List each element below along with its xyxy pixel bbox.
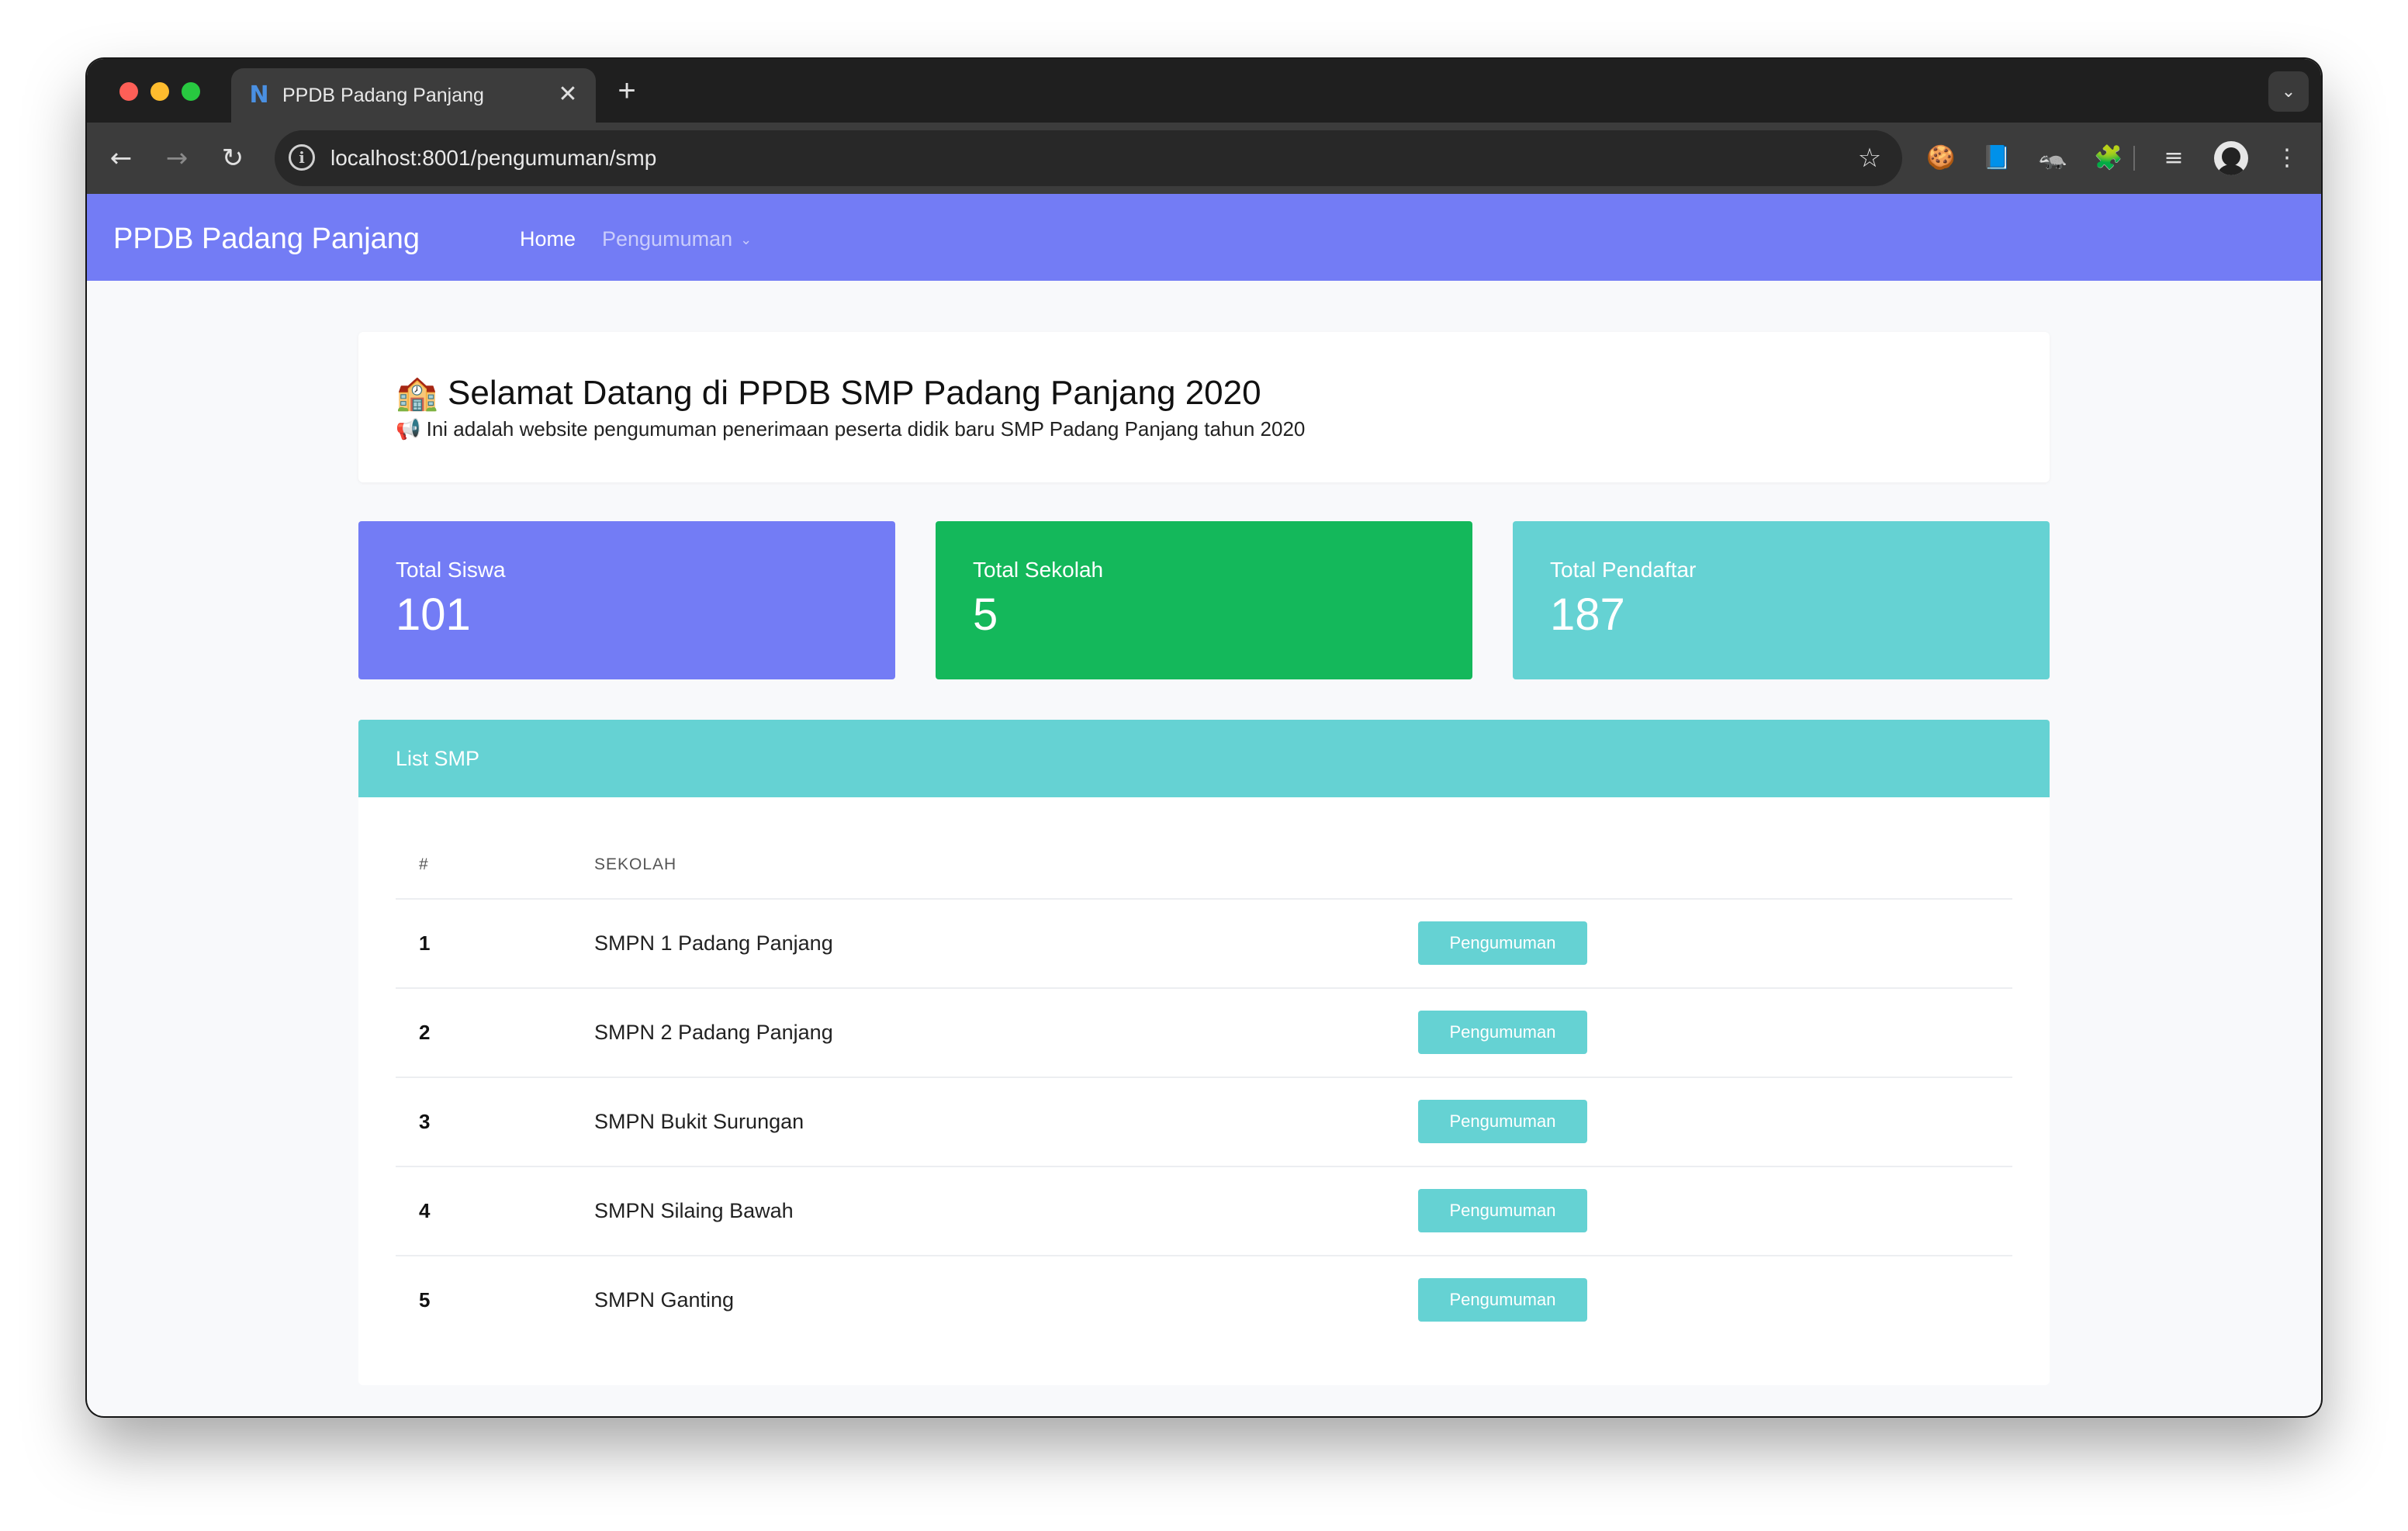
minimize-window-button[interactable] [150, 82, 169, 101]
close-window-button[interactable] [119, 82, 138, 101]
column-header-sekolah: SEKOLAH [594, 855, 677, 873]
toolbar-divider [2133, 146, 2135, 171]
stat-label: Total Siswa [396, 558, 506, 582]
nav-pengumuman-dropdown[interactable]: Pengumuman ⌄ [602, 226, 752, 252]
stat-value: 187 [1550, 589, 1625, 640]
stat-card-total-pendaftar: Total Pendaftar 187 [1513, 521, 2050, 679]
table-row: 3 SMPN Bukit Surungan Pengumuman [396, 1077, 2012, 1166]
smp-table: # SEKOLAH 1 SMPN 1 Padang Panjang Pengum… [358, 797, 2050, 1385]
new-tab-button[interactable]: + [608, 73, 645, 110]
row-number: 2 [419, 1021, 431, 1044]
list-smp-title: List SMP [396, 747, 480, 770]
welcome-subtitle: 📢 Ini adalah website pengumuman penerima… [396, 416, 1305, 443]
stat-card-total-sekolah: Total Sekolah 5 [936, 521, 1472, 679]
stat-label: Total Pendaftar [1550, 558, 1697, 582]
table-row: 2 SMPN 2 Padang Panjang Pengumuman [396, 987, 2012, 1077]
table-row: 5 SMPN Ganting Pengumuman [396, 1255, 2012, 1344]
welcome-title-text: Selamat Datang di PPDB SMP Padang Panjan… [448, 374, 1261, 412]
school-name: SMPN Ganting [594, 1288, 735, 1312]
welcome-card: 🏫 Selamat Datang di PPDB SMP Padang Panj… [358, 332, 2050, 482]
bookmark-star-icon[interactable]: ☆ [1853, 141, 1887, 175]
forward-button[interactable]: → [158, 140, 195, 177]
column-header-number: # [419, 855, 429, 873]
stat-label: Total Sekolah [973, 558, 1104, 582]
school-name: SMPN Bukit Surungan [594, 1110, 804, 1133]
school-name: SMPN 1 Padang Panjang [594, 931, 833, 955]
browser-window: N PPDB Padang Panjang ✕ + ⌄ ← → ↻ i loca… [87, 59, 2321, 1416]
address-bar[interactable]: i localhost:8001/pengumuman/smp ☆ [275, 130, 1902, 186]
nav-pengumuman-label: Pengumuman [602, 227, 733, 251]
welcome-title: 🏫 Selamat Datang di PPDB SMP Padang Panj… [396, 372, 1261, 414]
maximize-window-button[interactable] [182, 82, 200, 101]
pengumuman-button[interactable]: Pengumuman [1418, 1189, 1587, 1232]
pengumuman-button[interactable]: Pengumuman [1418, 1278, 1587, 1322]
tab-strip: N PPDB Padang Panjang ✕ + ⌄ [87, 59, 2321, 123]
pengumuman-button[interactable]: Pengumuman [1418, 1011, 1587, 1054]
url-text[interactable]: localhost:8001/pengumuman/smp [330, 144, 656, 172]
megaphone-icon: 📢 [396, 418, 421, 441]
pengumuman-button[interactable]: Pengumuman [1418, 1100, 1587, 1143]
reload-button[interactable]: ↻ [214, 140, 251, 177]
back-button[interactable]: ← [102, 140, 140, 177]
list-smp-header: List SMP [358, 720, 2050, 797]
stat-card-total-siswa: Total Siswa 101 [358, 521, 895, 679]
brand-link[interactable]: PPDB Padang Panjang [113, 222, 420, 256]
extensions-puzzle-icon[interactable]: 🧩 [2091, 141, 2126, 175]
site-info-icon[interactable]: i [289, 144, 315, 171]
row-number: 4 [419, 1199, 431, 1222]
pengumuman-button[interactable]: Pengumuman [1418, 921, 1587, 965]
welcome-subtitle-text: Ini adalah website pengumuman penerimaan… [426, 417, 1306, 441]
chevron-down-icon: ⌄ [740, 232, 752, 247]
app-navbar: PPDB Padang Panjang Home Pengumuman ⌄ [87, 194, 2321, 281]
tab-search-button[interactable]: ⌄ [2268, 71, 2309, 112]
profile-avatar[interactable] [2214, 141, 2248, 175]
stat-value: 101 [396, 589, 471, 640]
browser-tab[interactable]: N PPDB Padang Panjang ✕ [231, 68, 596, 123]
stat-value: 5 [973, 589, 998, 640]
media-control-icon[interactable]: ≡ [2157, 141, 2191, 175]
table-row: 4 SMPN Silaing Bawah Pengumuman [396, 1166, 2012, 1255]
school-name: SMPN 2 Padang Panjang [594, 1021, 833, 1044]
table-row: 1 SMPN 1 Padang Panjang Pengumuman [396, 898, 2012, 987]
nav-home-link[interactable]: Home [520, 226, 576, 251]
row-number: 1 [419, 931, 431, 955]
school-icon: 🏫 [396, 373, 438, 413]
row-number: 3 [419, 1110, 431, 1133]
badger-extension-icon[interactable]: 🦡 [2036, 141, 2070, 175]
school-name: SMPN Silaing Bawah [594, 1199, 794, 1222]
notebook-extension-icon[interactable]: 📘 [1980, 141, 2014, 175]
tab-title: PPDB Padang Panjang [282, 85, 484, 106]
cookie-extension-icon[interactable]: 🍪 [1924, 141, 1958, 175]
close-tab-icon[interactable]: ✕ [554, 81, 582, 109]
favicon-icon: N [249, 81, 269, 109]
browser-menu-icon[interactable]: ⋮ [2270, 141, 2304, 175]
row-number: 5 [419, 1288, 431, 1312]
browser-toolbar: ← → ↻ i localhost:8001/pengumuman/smp ☆ … [87, 123, 2321, 194]
